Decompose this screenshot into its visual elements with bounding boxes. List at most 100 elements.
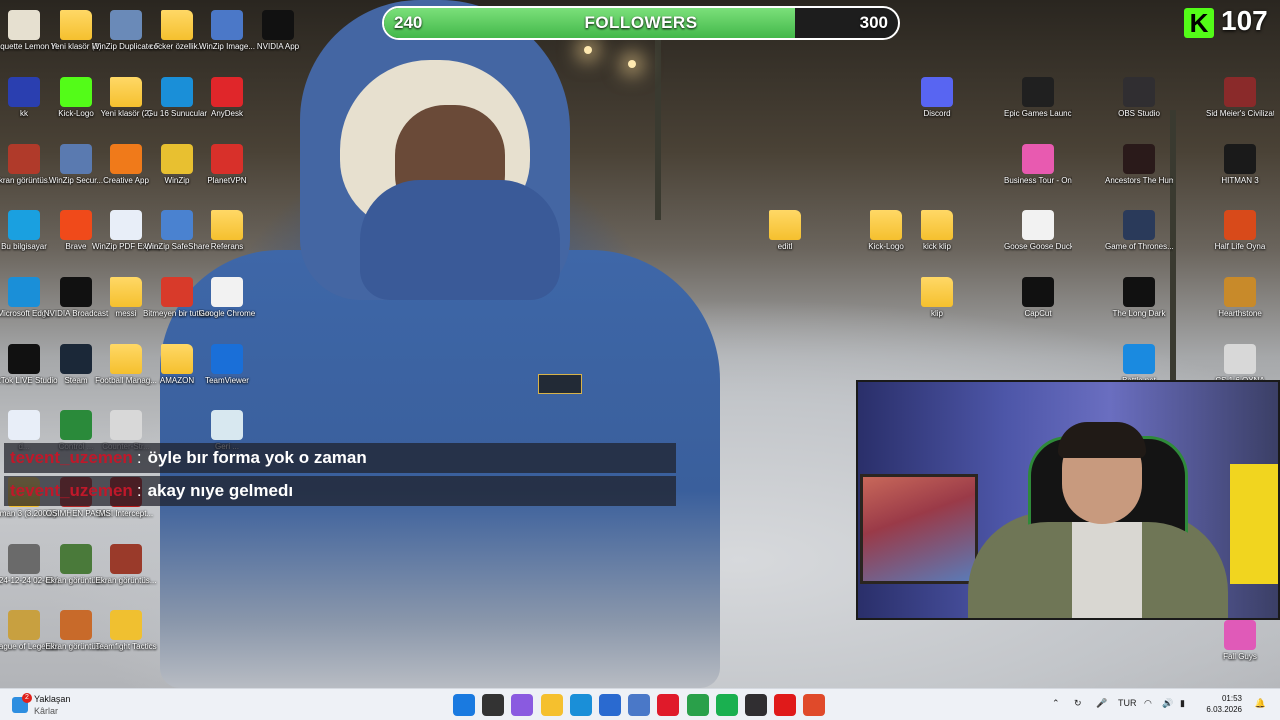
chrome-icon[interactable] <box>803 694 826 716</box>
desktop-icon[interactable]: NVIDIA App <box>244 10 312 74</box>
desktop-icon-label: Ekran görüntüs... <box>95 576 157 585</box>
folder-icon <box>110 77 142 107</box>
desktop-icon[interactable]: Goose Goose Duck <box>1004 210 1072 274</box>
chevron-up-icon[interactable]: ⌃ <box>1052 698 1060 709</box>
desktop-icon[interactable]: CapCut <box>1004 277 1072 341</box>
volume-icon[interactable]: 🔊 <box>1162 698 1173 709</box>
desktop-icon[interactable]: Half Life Oyna <box>1206 210 1274 274</box>
notification-bell-icon[interactable]: 🔔 <box>1255 698 1266 709</box>
edge-icon[interactable] <box>569 694 592 716</box>
tiktok-icon <box>8 344 40 374</box>
streamer-hair <box>1058 422 1146 458</box>
desktop-icon[interactable]: Game of Thrones... <box>1105 210 1173 274</box>
microphone-icon[interactable]: 🎤 <box>1096 698 1107 709</box>
desktop-icon[interactable]: PlanetVPN <box>193 144 261 208</box>
desktop-icon-label: Google Chrome <box>198 309 256 318</box>
language-indicator[interactable]: TUR <box>1118 698 1137 708</box>
desktop-icon-label: Business Tour - Online M... <box>1004 176 1072 185</box>
screenshot-icon <box>8 144 40 174</box>
teamviewer-icon <box>211 344 243 374</box>
steam-icon <box>60 344 92 374</box>
chat-overlay: tevent_uzemen : öyle bır forma yok o zam… <box>4 443 676 509</box>
half-life-icon <box>1224 210 1256 240</box>
edge-icon <box>8 277 40 307</box>
webcam-overlay <box>856 380 1280 620</box>
file-explorer-icon[interactable] <box>540 694 563 716</box>
desktop-icon-label: AnyDesk <box>210 109 243 118</box>
follower-label: FOLLOWERS <box>584 13 698 32</box>
goose-icon <box>1022 210 1054 240</box>
desktop-icon[interactable]: Epic Games Launcher <box>1004 77 1072 141</box>
planetvpn-icon <box>211 144 243 174</box>
task-view-icon[interactable] <box>482 694 505 716</box>
kick-viewer-badge: K 107 <box>1184 5 1280 39</box>
youtube-icon[interactable] <box>774 694 797 716</box>
folder-icon <box>769 210 801 240</box>
chat-separator: : <box>136 481 142 500</box>
desktop-icon[interactable]: AnyDesk <box>193 77 261 141</box>
brave-icon <box>60 210 92 240</box>
obs-icon[interactable] <box>745 694 767 716</box>
desktop-icon-label: PlanetVPN <box>207 176 247 185</box>
store-icon[interactable] <box>599 694 621 716</box>
desktop-icon[interactable]: Hearthstone <box>1206 277 1274 341</box>
desktop-icon[interactable]: Business Tour - Online M... <box>1004 144 1072 208</box>
copilot-icon[interactable] <box>511 694 534 716</box>
desktop-icon[interactable]: OBS Studio <box>1105 77 1173 141</box>
desktop-icon[interactable]: Google Chrome <box>193 277 261 341</box>
file-icon <box>8 410 40 440</box>
desktop-icon[interactable]: Referans <box>193 210 261 274</box>
winzip-icon <box>110 10 142 40</box>
folder-icon <box>110 277 142 307</box>
wall-painting <box>860 474 978 584</box>
desktop-icon-label: Hearthstone <box>1218 309 1262 318</box>
desktop-icon[interactable]: kick klip <box>903 210 971 274</box>
control-icon <box>60 410 92 440</box>
desktop-icon[interactable]: klip <box>903 277 971 341</box>
got-icon <box>1123 210 1155 240</box>
chrome-icon[interactable] <box>686 694 709 716</box>
clock[interactable]: 01:53 6.03.2026 <box>1194 693 1242 715</box>
video-icon <box>8 544 40 574</box>
desktop-icon[interactable]: editl <box>751 210 819 274</box>
desktop-icon-label: Ancestors The Hum... <box>1105 176 1173 185</box>
screenshot-icon <box>110 544 142 574</box>
recycle-bin-icon <box>211 410 243 440</box>
desktop-icon[interactable]: Fall Guys <box>1206 620 1274 684</box>
winzip-image-icon <box>211 10 243 40</box>
wifi-icon[interactable]: ◠ <box>1144 698 1152 709</box>
opera-icon[interactable] <box>657 694 680 716</box>
desktop-icon-label: editl <box>777 242 793 251</box>
winzip-icon[interactable] <box>628 694 651 716</box>
desktop-icon-label: OBS Studio <box>1118 109 1160 118</box>
creative-app-icon <box>110 144 142 174</box>
desktop-icon[interactable]: The Long Dark <box>1105 277 1173 341</box>
edge-icon <box>161 77 193 107</box>
street-lamp <box>628 60 636 68</box>
whatsapp-icon[interactable] <box>715 694 738 716</box>
chat-username: tevent_uzemen <box>10 448 133 467</box>
desktop-icon[interactable]: Discord <box>903 77 971 141</box>
desktop-icon-label: HITMAN 3 <box>1221 176 1259 185</box>
taskbar: 2 Yaklaşan Kârlar ⌃ ↻ 🎤 TUR ◠ 🔊 ▮ 01:53 … <box>0 688 1280 720</box>
kick-logo-icon <box>60 77 92 107</box>
weather-widget[interactable]: 2 Yaklaşan Kârlar <box>12 693 102 717</box>
desktop-icon[interactable]: Teamfight Tactics <box>92 610 160 674</box>
desktop-icon[interactable]: TeamViewer <box>193 344 261 408</box>
desktop-icon[interactable]: Ancestors The Hum... <box>1105 144 1173 208</box>
capcut-icon <box>1022 277 1054 307</box>
long-dark-icon <box>1123 277 1155 307</box>
computer-icon <box>8 210 40 240</box>
desktop-icon[interactable]: Sid Meier's Civilization VI <box>1206 77 1274 141</box>
desktop-icon-label: Epic Games Launcher <box>1004 109 1072 118</box>
nvidia-icon <box>262 10 294 40</box>
sync-icon[interactable]: ↻ <box>1074 698 1082 709</box>
desktop-icon[interactable]: HITMAN 3 <box>1206 144 1274 208</box>
notification-badge: 2 <box>22 693 32 703</box>
kick-logo-icon: K <box>1184 8 1214 38</box>
hearthstone-icon <box>1224 277 1256 307</box>
start-icon[interactable] <box>453 694 475 716</box>
desktop-icon[interactable]: Ekran görüntüs... <box>92 544 160 608</box>
person-scarf <box>360 180 560 300</box>
battery-icon[interactable]: ▮ <box>1180 698 1185 709</box>
